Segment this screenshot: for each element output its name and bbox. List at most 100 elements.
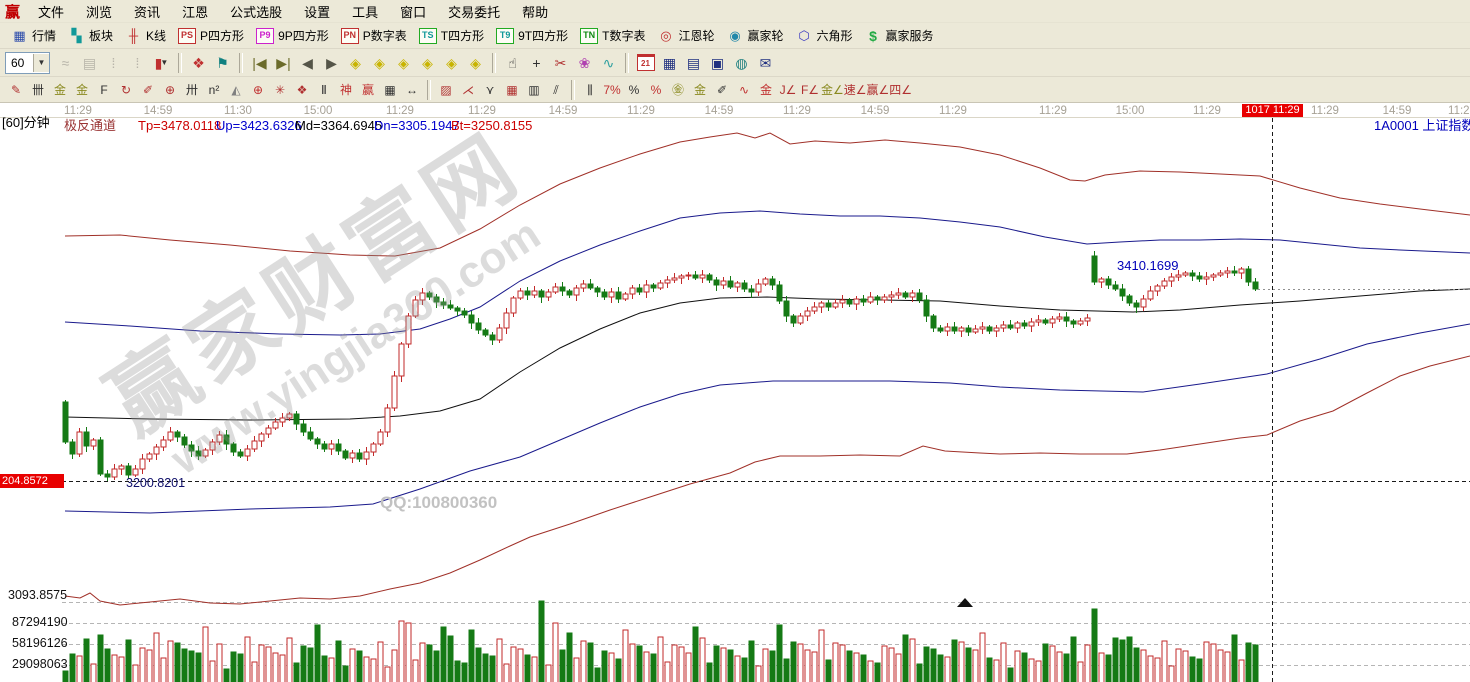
tool-export-web[interactable]: ◍ [730, 52, 753, 74]
tool-export-mail[interactable]: ✉ [754, 52, 777, 74]
tool-candle-style-combo[interactable]: ▮▼ [150, 52, 173, 74]
tool-p-square[interactable]: PSP四方形 [172, 26, 250, 45]
period-combo[interactable]: 60▼ [5, 52, 50, 74]
draw-ying-tool[interactable]: 赢 [357, 79, 379, 100]
draw-percent[interactable]: % [623, 79, 645, 100]
volume-bar [511, 647, 516, 682]
candle-body [665, 280, 670, 283]
tool-calendar[interactable]: 21 [634, 52, 657, 74]
tool-diamond-expand-h[interactable]: ◈ [392, 52, 415, 74]
tool-memo[interactable]: ▤ [682, 52, 705, 74]
tool-cut-tool[interactable]: ✂ [549, 52, 572, 74]
draw-ray-fan[interactable]: ⋌ [457, 79, 479, 100]
draw-ruler-grid[interactable]: 卌 [27, 79, 49, 100]
draw-gold-gann-1[interactable]: 金 [49, 79, 71, 100]
menu-item-公式选股[interactable]: 公式选股 [219, 0, 293, 23]
draw-gann-percent[interactable]: 7% [601, 79, 623, 100]
draw-kline-mark[interactable]: Ⅱ [313, 79, 335, 100]
draw-box-grid[interactable]: ▥ [523, 79, 545, 100]
draw-star-8[interactable]: ✳ [269, 79, 291, 100]
draw-mirror[interactable]: ◭ [225, 79, 247, 100]
tool-pattern-tool[interactable]: ❖ [187, 52, 210, 74]
draw-speed-angle[interactable]: 速∠ [844, 79, 867, 100]
tool-hand-tool[interactable]: ☝ [501, 52, 524, 74]
menu-item-设置[interactable]: 设置 [293, 0, 341, 23]
draw-wave-box[interactable]: ∿ [733, 79, 755, 100]
tool-kline[interactable]: ╫K线 [119, 26, 172, 45]
tool-band-tool[interactable]: ❀ [573, 52, 596, 74]
tool-sectors[interactable]: ▚板块 [62, 26, 119, 45]
volume-bar [1008, 668, 1013, 682]
draw-corner-grid[interactable]: ▨ [435, 79, 457, 100]
tool-gann-wheel[interactable]: ◎江恩轮 [651, 26, 720, 45]
draw-j-angle[interactable]: J∠ [777, 79, 799, 100]
draw-f-angle[interactable]: F∠ [799, 79, 821, 100]
tool-market-quotes[interactable]: ▦行情 [5, 26, 62, 45]
tool-prev-page[interactable]: ◀ [296, 52, 319, 74]
draw-four-angle[interactable]: 四∠ [889, 79, 912, 100]
tool-next-page[interactable]: ▶ [320, 52, 343, 74]
draw-pencil-measure[interactable]: ✐ [137, 79, 159, 100]
chevron-down-icon[interactable]: ▼ [33, 54, 49, 72]
tool-bars9-disabled[interactable]: ⁞ [126, 52, 149, 74]
chevron-down-icon[interactable]: ▼ [160, 59, 168, 67]
tool-diamond-collapse-h[interactable]: ◈ [416, 52, 439, 74]
tool-winner-wheel[interactable]: ◉赢家轮 [720, 26, 789, 45]
menu-item-帮助[interactable]: 帮助 [511, 0, 559, 23]
tool-calculator[interactable]: ▦ [658, 52, 681, 74]
draw-vee-lines[interactable]: ⋎ [479, 79, 501, 100]
draw-grid-123[interactable]: ▦ [379, 79, 401, 100]
tool-p-table[interactable]: PNP数字表 [335, 26, 413, 45]
tool-diamond-expand-all[interactable]: ◈ [464, 52, 487, 74]
draw-percent-line[interactable]: % [645, 79, 667, 100]
menu-item-资讯[interactable]: 资讯 [123, 0, 171, 23]
draw-fib-f[interactable]: F [93, 79, 115, 100]
draw-gold-rule-2[interactable]: 金 [755, 79, 777, 100]
tool-hexagon[interactable]: ⬡六角形 [790, 26, 859, 45]
menu-item-工具[interactable]: 工具 [341, 0, 389, 23]
tool-9t-square[interactable]: T99T四方形 [490, 26, 574, 45]
tool-t-square[interactable]: TST四方形 [413, 26, 490, 45]
tool-bars3-disabled[interactable]: ⁞ [102, 52, 125, 74]
draw-fan-grid[interactable]: ▦ [501, 79, 523, 100]
menu-item-文件[interactable]: 文件 [27, 0, 75, 23]
tool-winner-service[interactable]: $赢家服务 [859, 26, 940, 45]
tool-save[interactable]: ▣ [706, 52, 729, 74]
draw-gold-gann-2[interactable]: 金 [71, 79, 93, 100]
draw-gann-target[interactable]: ⊕ [247, 79, 269, 100]
draw-gold-circle[interactable]: ㊎ [667, 79, 689, 100]
tool-first-page[interactable]: |◀ [248, 52, 271, 74]
draw-gold-rule[interactable]: 金 [689, 79, 711, 100]
tool-diamond-shift-right[interactable]: ◈ [368, 52, 391, 74]
draw-time-circle[interactable]: ⊕ [159, 79, 181, 100]
tool-diamond-shift-left[interactable]: ◈ [344, 52, 367, 74]
draw-pencil[interactable]: ✎ [5, 79, 27, 100]
tool-last-page[interactable]: ▶| [272, 52, 295, 74]
menu-bar: 赢 文件浏览资讯江恩公式选股设置工具窗口交易委托帮助 [0, 0, 1470, 23]
draw-shen-tool[interactable]: 神 [335, 79, 357, 100]
draw-span-arrow[interactable]: ↔ [401, 79, 423, 100]
menu-item-交易委托[interactable]: 交易委托 [437, 0, 511, 23]
draw-star-box[interactable]: ❖ [291, 79, 313, 100]
menu-item-窗口[interactable]: 窗口 [389, 0, 437, 23]
menu-item-浏览[interactable]: 浏览 [75, 0, 123, 23]
tool-curve-tool[interactable]: ∿ [597, 52, 620, 74]
draw-angle-pencil[interactable]: ✐ [711, 79, 733, 100]
tool-note-disabled[interactable]: ▤ [78, 52, 101, 74]
draw-ruler-2[interactable]: 卅 [181, 79, 203, 100]
kline-canvas[interactable]: 11:2914:5911:3015:0011:2911:2914:5911:29… [0, 103, 1470, 682]
chart-area[interactable]: 11:2914:5911:3015:0011:2911:2914:5911:29… [0, 103, 1470, 682]
draw-parallel-lines[interactable]: ⫽ [545, 79, 567, 100]
draw-gold-angle[interactable]: 金∠ [821, 79, 844, 100]
tool-9p-square[interactable]: P99P四方形 [250, 26, 335, 45]
tool-diamond-center[interactable]: ◈ [440, 52, 463, 74]
draw-ying-angle[interactable]: 赢∠ [867, 79, 890, 100]
tool-crosshair-tool[interactable]: + [525, 52, 548, 74]
draw-ratio-bars[interactable]: ⫼ [579, 79, 601, 100]
menu-item-江恩[interactable]: 江恩 [171, 0, 219, 23]
draw-n-square[interactable]: n² [203, 79, 225, 100]
tool-link-disabled[interactable]: ≈ [54, 52, 77, 74]
tool-t-table[interactable]: TNT数字表 [574, 26, 651, 45]
draw-spiral[interactable]: ↻ [115, 79, 137, 100]
tool-flag-tool[interactable]: ⚑ [211, 52, 234, 74]
